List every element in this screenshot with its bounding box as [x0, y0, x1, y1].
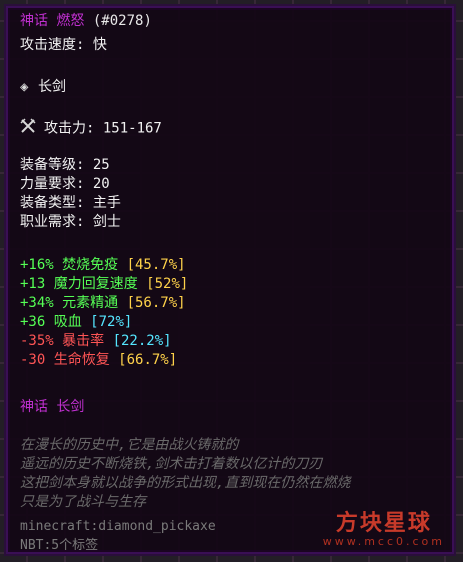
bonus-value: -35% — [20, 333, 54, 349]
weapon-type-line: ◈ 长剑 — [20, 78, 66, 96]
watermark-title: 方块星球 — [335, 511, 432, 536]
bonus-roll: [72%] — [90, 314, 133, 330]
watermark-url: www.mcc0.com — [322, 535, 445, 548]
bonus-name: 生命恢复 — [45, 352, 119, 368]
bonus-line: -35% 暴击率 [22.2%] — [20, 332, 172, 350]
bonus-roll: [56.7%] — [126, 295, 186, 311]
lore-line: 在漫长的历史中,它是由战火铸就的 — [20, 437, 239, 453]
item-name: 神话 燃怒 — [20, 13, 85, 29]
stat-line: 装备等级: 25 — [20, 157, 110, 173]
bonus-value: +16% — [20, 257, 54, 273]
bonus-line: +13 魔力回复速度 [52%] — [20, 275, 188, 293]
stat-line: 装备类型: 主手 — [20, 195, 121, 211]
item-tooltip: 神话 燃怒 (#0278) 攻击速度: 快 ◈ 长剑 攻击力: 151-167 装… — [4, 4, 456, 556]
bonus-value: +13 — [20, 276, 46, 292]
diamond-icon: ◈ — [20, 79, 29, 95]
bonus-roll: [22.2%] — [112, 333, 172, 349]
lore-line: 只是为了战斗与生存 — [20, 494, 146, 510]
item-registry-id: minecraft:diamond_pickaxe — [20, 519, 216, 534]
item-id-number: (#0278) — [92, 13, 152, 29]
bonus-roll: [66.7%] — [118, 352, 178, 368]
attack-damage-line: 攻击力: 151-167 — [20, 118, 162, 139]
rarity-line: 神话 长剑 — [20, 399, 85, 415]
lore-line: 这把剑本身就以战争的形式出现,直到现在仍然在燃烧 — [20, 475, 351, 491]
bonus-line: +36 吸血 [72%] — [20, 313, 132, 331]
bonus-value: +36 — [20, 314, 46, 330]
attack-damage: 攻击力: 151-167 — [44, 120, 162, 137]
bonus-name: 吸血 — [45, 314, 91, 330]
bonus-name: 焚烧免疫 — [53, 257, 127, 273]
bonus-line: +16% 焚烧免疫 [45.7%] — [20, 256, 186, 274]
lore-line: 遥远的历史不断烧铁,剑术击打着数以亿计的刀刃 — [20, 456, 323, 472]
bonus-roll: [45.7%] — [126, 257, 186, 273]
attack-speed: 攻击速度: 快 — [20, 37, 107, 53]
bonus-value: +34% — [20, 295, 54, 311]
bonus-value: -30 — [20, 352, 46, 368]
bonus-name: 元素精通 — [53, 295, 127, 311]
bonus-line: +34% 元素精通 [56.7%] — [20, 294, 186, 312]
nbt-tag-count: NBT:5个标签 — [20, 538, 99, 553]
weapon-type: 长剑 — [38, 79, 66, 95]
bonus-roll: [52%] — [146, 276, 189, 292]
stat-line: 力量要求: 20 — [20, 176, 110, 192]
crossed-swords-icon — [20, 118, 44, 139]
bonus-line: -30 生命恢复 [66.7%] — [20, 351, 177, 369]
item-title: 神话 燃怒 (#0278) — [20, 12, 152, 30]
site-watermark: 方块星球 www.mcc0.com — [323, 505, 445, 548]
bonus-name: 魔力回复速度 — [45, 276, 147, 292]
bonus-name: 暴击率 — [53, 333, 113, 349]
stat-line: 职业需求: 剑士 — [20, 214, 121, 230]
